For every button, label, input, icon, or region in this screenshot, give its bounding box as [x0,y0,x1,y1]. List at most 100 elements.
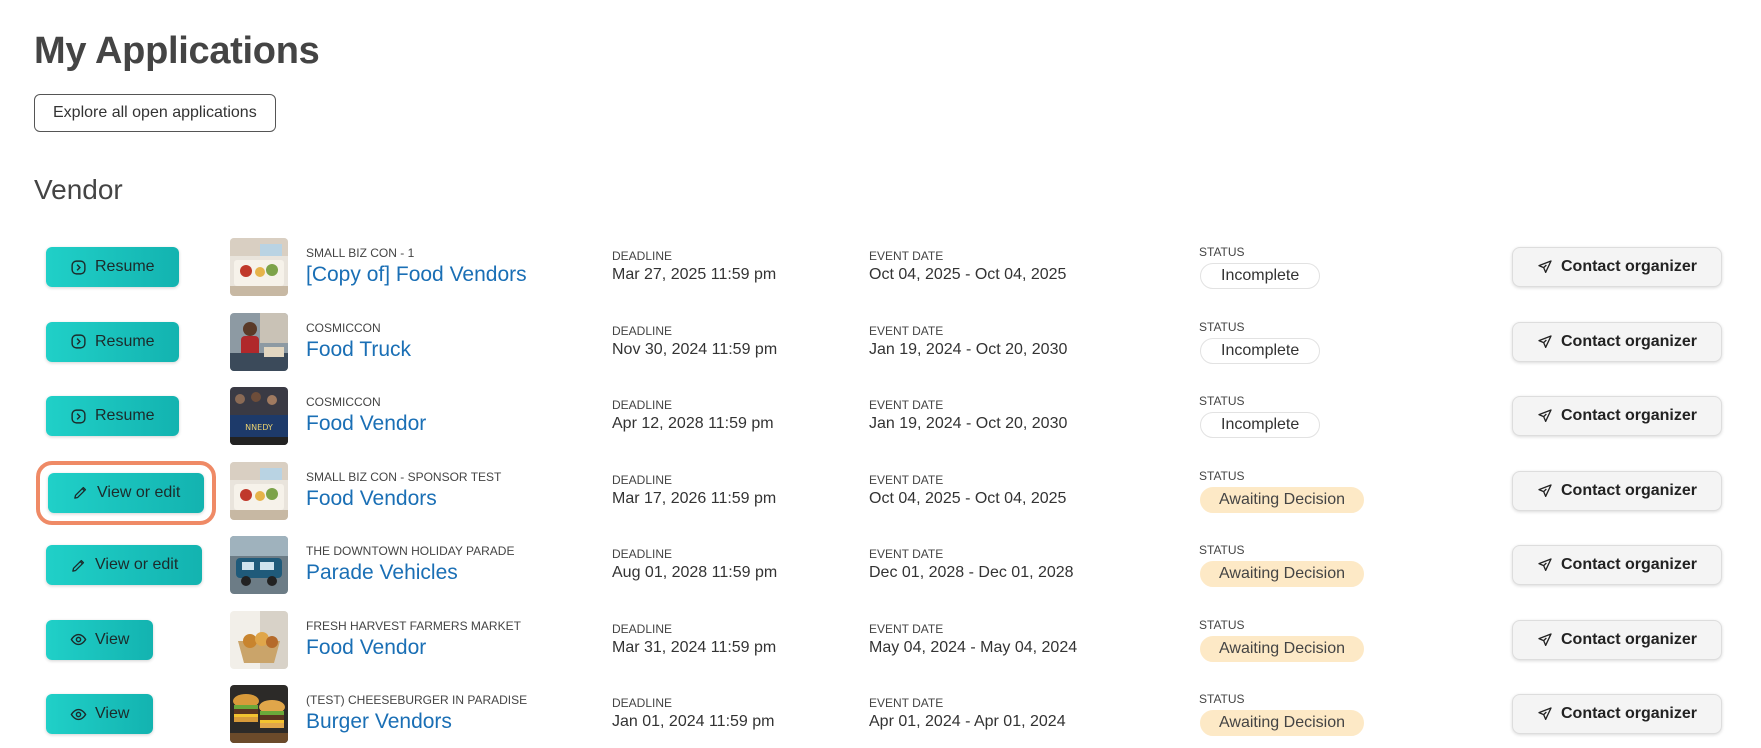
application-row: View FRESH HARVEST FARMERS MARKET Food Ven… [0,603,1761,678]
status-label: STATUS [1199,543,1245,557]
event-date-label: EVENT DATE [869,323,944,338]
event-date-value: Jan 19, 2024 - Oct 20, 2030 [869,415,1068,432]
event-date-value: Oct 04, 2025 - Oct 04, 2025 [869,266,1067,283]
action-button-label: Resume [95,258,155,275]
pencil-icon [70,557,87,574]
action-button-label: View [95,630,130,648]
food-stall-crowd-image: NNEDY [230,387,288,445]
application-row: Resume NNEDY COSMICCON Food Vendor DEADLINE A… [0,379,1761,454]
action-wrapper: View [46,619,154,660]
application-row: View or edit SMALL BIZ CON - SPONSOR TEST… [0,454,1761,529]
play-circle-icon [70,408,87,425]
application-row: Resume SMALL BIZ CON - 1 [Copy of] Food Ve… [0,230,1761,305]
applications-list: Resume SMALL BIZ CON - 1 [Copy of] Food Ve… [0,230,1761,748]
send-icon [1537,259,1553,275]
contact-organizer-button[interactable]: Contact organizer [1512,321,1722,362]
action-wrapper: Resume [46,396,179,436]
view-or-edit-button[interactable]: View or edit [46,545,203,585]
send-icon [1537,706,1553,722]
deadline-value: Mar 27, 2025 11:59 pm [612,266,777,283]
page-title: My Applications [34,30,320,72]
event-date-value: Jan 19, 2024 - Oct 20, 2030 [869,340,1068,358]
deadline-label: DEADLINE [612,696,673,710]
organizer-name: COSMICCON [306,320,381,335]
send-icon [1537,334,1553,350]
section-title-vendor: Vendor [34,174,123,205]
deadline-label: DEADLINE [612,472,673,487]
status-badge: Incomplete [1200,337,1321,364]
contact-organizer-label: Contact organizer [1560,630,1697,648]
contact-organizer-button[interactable]: Contact organizer [1512,247,1722,287]
organizer-name: COSMICCON [306,395,381,409]
action-wrapper: View or edit [46,545,203,585]
event-date-label: EVENT DATE [869,547,944,561]
action-wrapper: Resume [46,321,179,362]
pencil-icon [72,484,89,501]
deadline-value: Aug 01, 2028 11:59 pm [612,564,778,581]
application-name-link[interactable]: Burger Vendors [306,710,452,734]
action-wrapper: View [46,694,154,734]
parade-vehicle-image [230,536,288,594]
explore-applications-button[interactable]: Explore all open applications [34,94,276,132]
application-row: View (TEST) CHEESEBURGER IN PARADISE Burge… [0,677,1761,748]
status-label: STATUS [1199,617,1245,632]
event-date-label: EVENT DATE [869,472,944,487]
contact-organizer-button[interactable]: Contact organizer [1512,694,1722,734]
organizer-name: THE DOWNTOWN HOLIDAY PARADE [306,544,515,558]
contact-organizer-label: Contact organizer [1560,407,1697,424]
organizer-name: SMALL BIZ CON - SPONSOR TEST [306,469,502,484]
deadline-value: Mar 31, 2024 11:59 pm [612,638,777,656]
application-name-link[interactable]: Food Vendors [306,487,437,511]
organizer-name: SMALL BIZ CON - 1 [306,246,415,260]
event-date-value: May 04, 2024 - May 04, 2024 [869,638,1078,656]
event-date-label: EVENT DATE [869,696,944,710]
action-button-label: View [95,705,130,722]
eye-icon [70,706,87,723]
deadline-label: DEADLINE [612,323,673,338]
action-button-label: Resume [95,332,155,350]
contact-organizer-button[interactable]: Contact organizer [1512,396,1722,436]
status-badge: Awaiting Decision [1200,635,1364,662]
status-badge: Incomplete [1200,412,1321,438]
resume-button[interactable]: Resume [46,396,179,436]
status-badge: Awaiting Decision [1200,486,1364,513]
event-date-label: EVENT DATE [869,249,944,263]
contact-organizer-label: Contact organizer [1560,556,1697,573]
status-label: STATUS [1199,245,1245,259]
view-or-edit-button[interactable]: View or edit [48,472,205,513]
deadline-value: Apr 12, 2028 11:59 pm [612,415,774,432]
application-name-link[interactable]: [Copy of] Food Vendors [306,263,527,287]
burgers-image [230,685,288,743]
deadline-label: DEADLINE [612,398,673,412]
deadline-label: DEADLINE [612,621,673,636]
deadline-label: DEADLINE [612,547,673,561]
my-applications-page: My Applications Explore all open applica… [0,0,1761,748]
contact-organizer-button[interactable]: Contact organizer [1512,545,1722,585]
play-circle-icon [70,333,87,350]
play-circle-icon [70,259,87,276]
food-basket-image [230,610,288,669]
svg-text:NNEDY: NNEDY [245,423,273,432]
view-button[interactable]: View [46,619,154,660]
application-name-link[interactable]: Food Truck [306,338,411,362]
food-vendor-tray-image [230,238,288,296]
deadline-value: Jan 01, 2024 11:59 pm [612,713,775,730]
contact-organizer-label: Contact organizer [1560,705,1697,722]
highlighted-action-ring: View or edit [36,460,217,525]
contact-organizer-button[interactable]: Contact organizer [1512,619,1722,660]
action-wrapper: Resume [46,247,179,287]
resume-button[interactable]: Resume [46,321,179,362]
contact-organizer-label: Contact organizer [1560,258,1697,275]
send-icon [1537,483,1553,499]
organizer-name: FRESH HARVEST FARMERS MARKET [306,618,521,633]
contact-organizer-button[interactable]: Contact organizer [1512,470,1722,511]
resume-button[interactable]: Resume [46,247,179,287]
food-vendor-tray-image [230,461,288,520]
application-name-link[interactable]: Food Vendor [306,636,426,660]
view-button[interactable]: View [46,694,154,734]
status-badge: Awaiting Decision [1200,710,1364,736]
deadline-value: Mar 17, 2026 11:59 pm [612,489,777,507]
application-name-link[interactable]: Food Vendor [306,412,426,436]
application-name-link[interactable]: Parade Vehicles [306,561,458,585]
eye-icon [70,631,87,648]
